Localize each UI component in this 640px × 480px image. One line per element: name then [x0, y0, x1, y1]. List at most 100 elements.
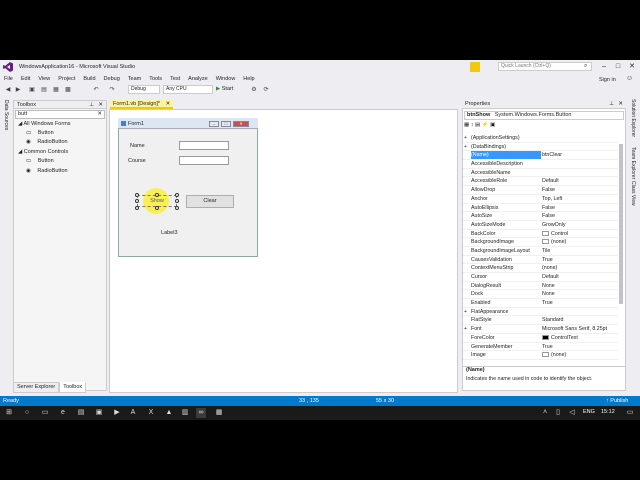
configuration-select[interactable]: Debug: [128, 85, 160, 94]
browser-link-icon[interactable]: ⟳: [262, 86, 270, 94]
scrollbar-thumb[interactable]: [619, 144, 623, 304]
store-icon[interactable]: ▣: [94, 408, 104, 418]
property-value[interactable]: Standard: [542, 316, 618, 324]
categorized-icon[interactable]: ▦: [464, 122, 471, 128]
app-window-icon[interactable]: ▦: [214, 408, 224, 418]
property-value[interactable]: Microsoft Sans Serif, 8.25pt: [542, 325, 618, 333]
property-row[interactable]: + Font Microsoft Sans Serif, 8.25pt: [463, 325, 618, 334]
clear-button[interactable]: Clear: [186, 195, 234, 208]
toolbox-group-all-windows-forms[interactable]: ◢ All Windows Forms: [18, 120, 71, 129]
toolbox-item-button[interactable]: ▭ Button: [26, 129, 54, 138]
property-value[interactable]: Control: [542, 230, 618, 238]
undo-icon[interactable]: ↶: [92, 86, 100, 94]
toolbox-item-button[interactable]: ▭ Button: [26, 157, 54, 166]
document-tab-form1-design[interactable]: Form1.vb [Design]* ✕: [110, 100, 174, 109]
menu-file[interactable]: File: [0, 74, 17, 84]
property-row[interactable]: AccessibleName: [463, 169, 618, 178]
menu-tools[interactable]: Tools: [145, 74, 166, 84]
resize-handle[interactable]: [155, 206, 159, 210]
property-row[interactable]: Enabled True: [463, 299, 618, 308]
maximize-button[interactable]: □: [612, 62, 624, 72]
open-file-icon[interactable]: ▤: [40, 86, 48, 94]
property-row[interactable]: GenerateMember True: [463, 343, 618, 352]
save-all-icon[interactable]: ▩: [64, 86, 72, 94]
course-label[interactable]: Course: [128, 158, 146, 164]
property-value[interactable]: ControlText: [542, 334, 618, 342]
network-icon[interactable]: ▯: [553, 408, 563, 418]
minimize-button[interactable]: –: [598, 62, 610, 72]
property-value[interactable]: False: [542, 186, 618, 194]
menu-window[interactable]: Window: [212, 74, 240, 84]
file-explorer-icon[interactable]: ▤: [76, 408, 86, 418]
property-value[interactable]: True: [542, 299, 618, 307]
property-row[interactable]: DialogResult None: [463, 282, 618, 291]
property-value[interactable]: True: [542, 256, 618, 264]
label3[interactable]: Label3: [161, 230, 178, 236]
notepad-icon[interactable]: ▥: [180, 408, 190, 418]
close-icon[interactable]: ✕: [98, 101, 103, 110]
notifications-icon[interactable]: ▭: [625, 408, 635, 418]
property-value[interactable]: Default: [542, 177, 618, 185]
property-value[interactable]: None: [542, 282, 618, 290]
property-row[interactable]: Image (none): [463, 351, 618, 360]
resize-handle[interactable]: [175, 193, 179, 197]
property-value[interactable]: None: [542, 290, 618, 298]
acrobat-icon[interactable]: A: [128, 408, 138, 418]
property-row[interactable]: AccessibleRole Default: [463, 177, 618, 187]
redo-icon[interactable]: ↷: [108, 86, 116, 94]
toolbox-item-radiobutton[interactable]: ◉ RadioButton: [26, 138, 68, 147]
expand-icon[interactable]: +: [464, 325, 467, 333]
property-value[interactable]: (none): [542, 351, 618, 359]
edge-icon[interactable]: e: [58, 408, 68, 418]
properties-icon[interactable]: ▤: [475, 122, 482, 128]
property-row[interactable]: ForeColor ControlText: [463, 334, 618, 343]
expand-icon[interactable]: +: [464, 143, 467, 151]
menu-build[interactable]: Build: [79, 74, 99, 84]
solution-explorer-tab[interactable]: Solution Explorer: [630, 99, 636, 137]
properties-object-select[interactable]: btnShow System.Windows.Forms.Button: [464, 111, 624, 120]
media-icon[interactable]: ▶: [112, 408, 122, 418]
class-view-tab[interactable]: Class View: [630, 181, 636, 206]
task-view-icon[interactable]: ▭: [40, 408, 50, 418]
name-textbox[interactable]: [179, 141, 229, 150]
resize-handle[interactable]: [135, 193, 139, 197]
menu-analyze[interactable]: Analyze: [184, 74, 212, 84]
property-row[interactable]: + FlatAppearance: [463, 308, 618, 317]
resize-handle[interactable]: [155, 193, 159, 197]
name-label[interactable]: Name: [130, 143, 145, 149]
data-sources-tab[interactable]: Data Sources: [3, 100, 9, 130]
property-row[interactable]: BackgroundImage (none): [463, 238, 618, 247]
property-row[interactable]: FlatStyle Standard: [463, 316, 618, 326]
menu-debug[interactable]: Debug: [100, 74, 124, 84]
property-row[interactable]: AutoSize False: [463, 212, 618, 221]
property-row[interactable]: AllowDrop False: [463, 186, 618, 195]
excel-icon[interactable]: X: [146, 408, 156, 418]
forward-icon[interactable]: ▶: [14, 86, 22, 94]
resize-handle[interactable]: [135, 199, 139, 203]
back-icon[interactable]: ◀: [4, 86, 12, 94]
property-row[interactable]: BackgroundImageLayout Tile: [463, 247, 618, 256]
property-row[interactable]: Anchor Top, Left: [463, 195, 618, 204]
close-icon[interactable]: ✕: [618, 100, 623, 109]
team-explorer-tab[interactable]: Team Explorer: [630, 147, 636, 179]
property-row[interactable]: + (DataBindings): [463, 143, 618, 152]
course-textbox[interactable]: [179, 156, 229, 165]
events-icon[interactable]: ⚡: [482, 122, 490, 128]
property-row[interactable]: BackColor Control: [463, 230, 618, 239]
resize-handle[interactable]: [135, 206, 139, 210]
property-value[interactable]: Default: [542, 273, 618, 281]
save-icon[interactable]: ▦: [52, 86, 60, 94]
menu-test[interactable]: Test: [166, 74, 184, 84]
menu-view[interactable]: View: [34, 74, 54, 84]
menu-help[interactable]: Help: [239, 74, 258, 84]
property-row[interactable]: (Name) btnClear: [463, 151, 618, 161]
resize-handle[interactable]: [175, 199, 179, 203]
server-explorer-tab[interactable]: Server Explorer: [13, 382, 60, 393]
tray-chevron-icon[interactable]: ˄: [540, 408, 550, 418]
new-project-icon[interactable]: ▣: [28, 86, 36, 94]
notification-flag-icon[interactable]: [470, 62, 480, 72]
close-tab-icon[interactable]: ✕: [166, 101, 171, 107]
status-publish[interactable]: ↑ Publish: [606, 396, 628, 406]
resize-handle[interactable]: [175, 206, 179, 210]
property-value[interactable]: True: [542, 343, 618, 351]
